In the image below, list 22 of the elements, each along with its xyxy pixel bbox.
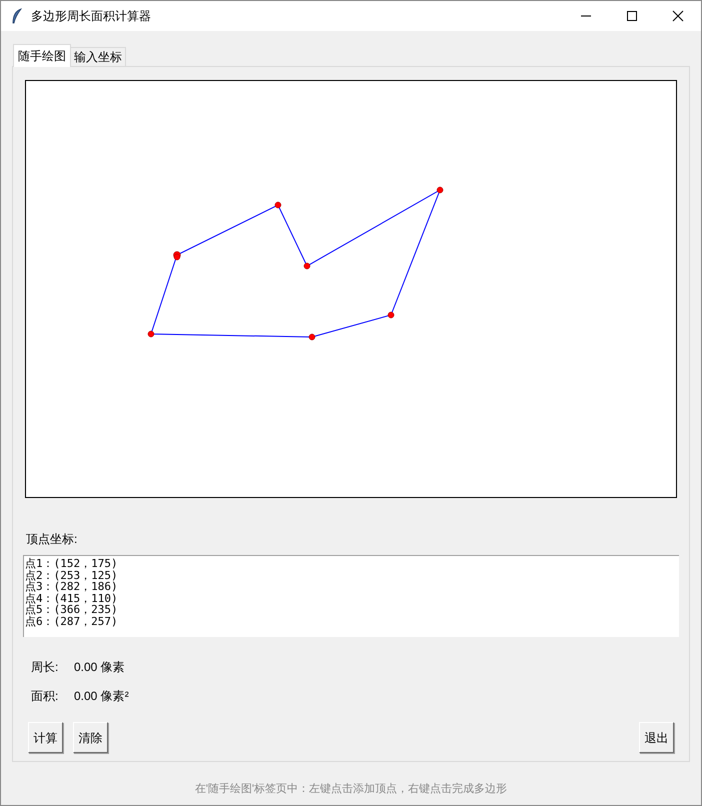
tab[interactable]: 输入坐标 — [70, 47, 126, 66]
coordinate-line: 点4：(415，110) — [25, 592, 118, 604]
action-button[interactable]: 退出 — [639, 722, 674, 753]
result-value: 0.00 像素 — [74, 659, 125, 676]
action-button[interactable]: 清除 — [73, 722, 108, 753]
result-label: 周长: — [31, 659, 60, 676]
result-label: 面积: — [31, 688, 60, 705]
result-value: 0.00 像素² — [74, 688, 129, 705]
coordinates-text-area[interactable]: 点1：(152，175) 点2：(253，125) 点3：(282，186) 点4：(415，110) 点5：(366，235) 点6：(287，257) — [23, 555, 679, 637]
coordinate-line: 点3：(282，186) — [25, 581, 118, 592]
vertices-label: 顶点坐标: — [26, 531, 78, 547]
maximize-icon[interactable] — [626, 10, 638, 22]
status-message: 在'随手绘图'标签页中：左键点击添加顶点，右键点击完成多边形 — [194, 782, 508, 797]
tab[interactable]: 随手绘图 — [13, 44, 71, 67]
window-title: 多边形周长面积计算器 — [31, 8, 151, 25]
action-button[interactable]: 计算 — [28, 722, 63, 753]
coordinate-line: 点1：(152，175) — [25, 558, 118, 570]
coordinate-line: 点2：(253，125) — [25, 570, 118, 581]
coordinate-line: 点6：(287，257) — [25, 616, 118, 627]
close-icon[interactable] — [672, 10, 684, 22]
feather-icon — [11, 8, 23, 24]
coordinate-line: 点5：(366，235) — [25, 604, 118, 616]
